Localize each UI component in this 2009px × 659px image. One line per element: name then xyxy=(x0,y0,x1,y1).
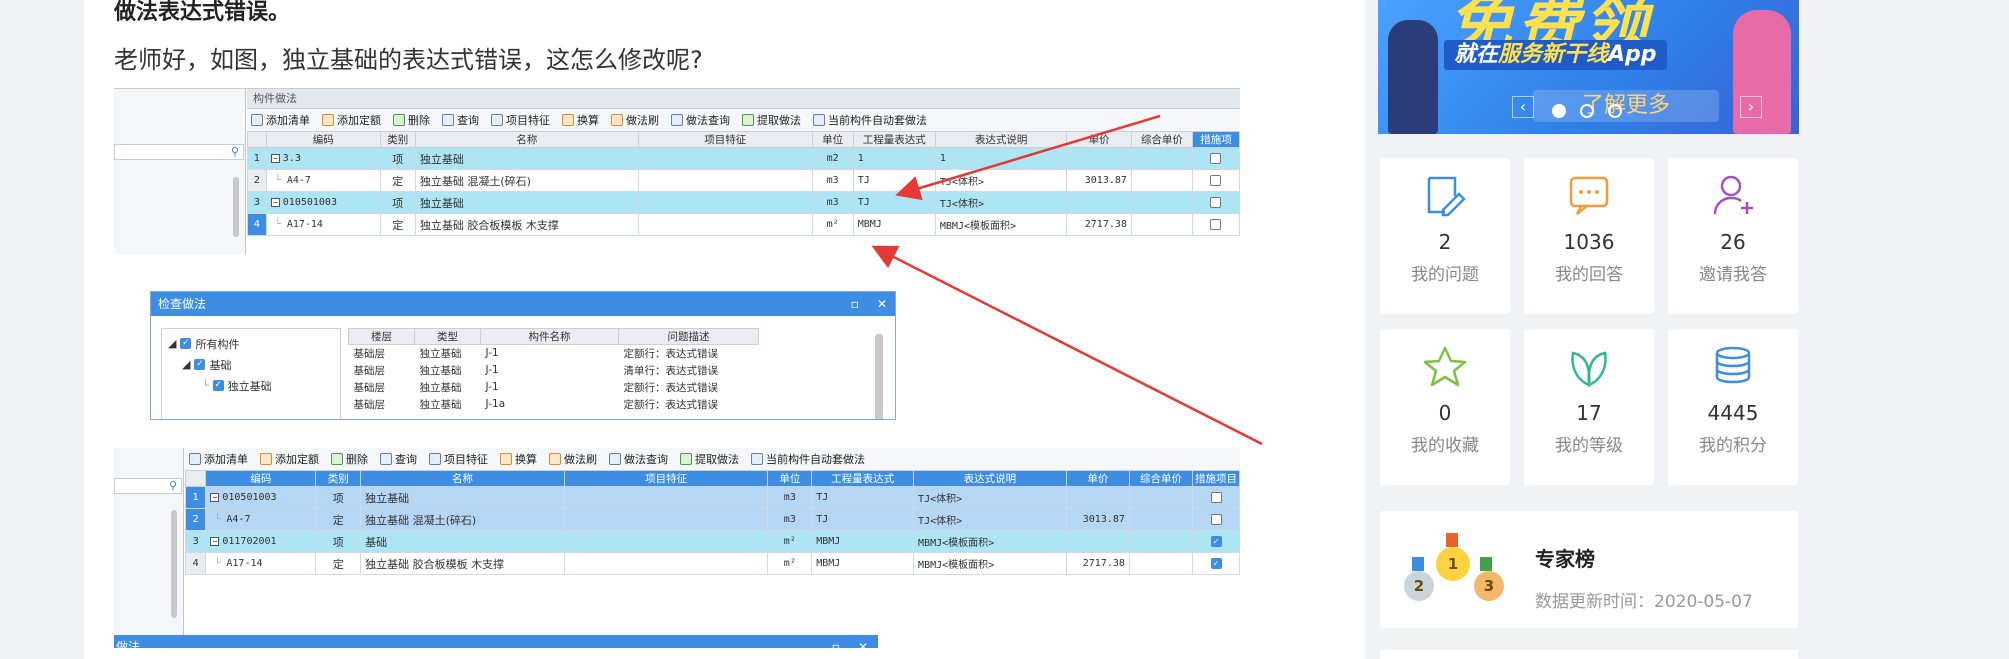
bronze-medal-icon: 3 xyxy=(1474,571,1504,601)
stat-card[interactable]: 26 邀请我答 xyxy=(1668,158,1798,314)
edit-icon xyxy=(1380,172,1510,220)
expert-title: 专家榜 xyxy=(1535,547,1595,571)
stat-value: 2 xyxy=(1438,230,1452,254)
star-icon xyxy=(1380,343,1510,391)
stat-value: 0 xyxy=(1438,401,1452,425)
leaf-icon xyxy=(1524,343,1654,391)
stat-label: 我的收藏 xyxy=(1411,436,1479,456)
prev-arrow-icon[interactable]: ‹ xyxy=(1512,96,1534,118)
banner-figure xyxy=(1388,20,1438,134)
silver-medal-icon: 2 xyxy=(1404,571,1434,601)
coins-icon xyxy=(1668,343,1798,391)
arrow-1 xyxy=(895,114,1161,201)
promo-banner[interactable]: 免费领 就在服务新干线App 了解更多 ‹ › xyxy=(1378,0,1799,134)
stat-card[interactable]: 2 我的问题 xyxy=(1380,158,1510,314)
carousel-dot[interactable] xyxy=(1608,104,1622,118)
arrow-2 xyxy=(871,245,1263,446)
stat-value: 17 xyxy=(1576,401,1602,425)
medal-ribbon xyxy=(1446,533,1458,547)
stat-label: 我的问题 xyxy=(1411,265,1479,285)
stat-card[interactable]: 17 我的等级 xyxy=(1524,329,1654,485)
chat-icon xyxy=(1524,172,1654,220)
carousel-dots xyxy=(1552,104,1622,118)
expert-update-date: 数据更新时间：2020-05-07 xyxy=(1535,592,1753,612)
stat-value: 4445 xyxy=(1707,401,1759,425)
stat-value: 1036 xyxy=(1563,230,1615,254)
stat-value: 26 xyxy=(1720,230,1746,254)
next-card xyxy=(1380,650,1798,659)
user-plus-icon xyxy=(1668,172,1798,220)
gold-medal-icon: 1 xyxy=(1436,547,1470,581)
stat-card[interactable]: 4445 我的积分 xyxy=(1668,329,1798,485)
expert-ranking-card[interactable]: 2 1 3 专家榜 数据更新时间：2020-05-07 xyxy=(1380,511,1798,628)
carousel-dot[interactable] xyxy=(1580,104,1594,118)
banner-subline: 就在服务新干线App xyxy=(1444,40,1667,70)
stat-label: 我的积分 xyxy=(1699,436,1767,456)
stat-label: 我的回答 xyxy=(1555,265,1623,285)
medal-ribbon xyxy=(1480,557,1492,571)
next-arrow-icon[interactable]: › xyxy=(1740,96,1762,118)
stat-card[interactable]: 0 我的收藏 xyxy=(1380,329,1510,485)
stat-label: 我的等级 xyxy=(1555,436,1623,456)
stat-label: 邀请我答 xyxy=(1699,265,1767,285)
medal-ribbon xyxy=(1412,557,1424,571)
carousel-dot[interactable] xyxy=(1552,104,1566,118)
stat-card[interactable]: 1036 我的回答 xyxy=(1524,158,1654,314)
